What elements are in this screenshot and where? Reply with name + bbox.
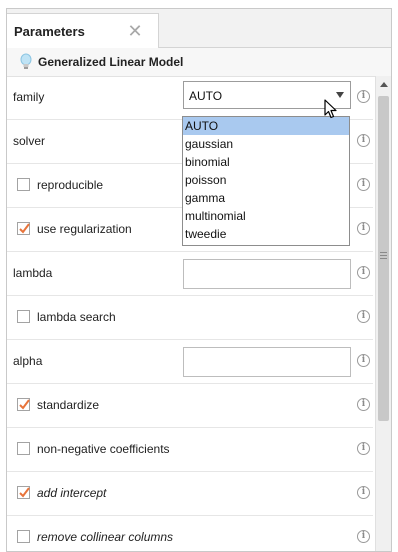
dropdown-option[interactable]: tweedie <box>183 225 349 243</box>
info-icon[interactable]: i <box>357 486 370 499</box>
tab-parameters[interactable]: Parameters ✕ <box>7 13 159 48</box>
parameters-panel: Parameters ✕ Generalized Linear Model fa… <box>6 8 392 552</box>
dropdown-option[interactable]: gamma <box>183 189 349 207</box>
info-icon[interactable]: i <box>357 90 370 103</box>
standardize-checkbox[interactable] <box>17 398 30 411</box>
lightbulb-icon <box>20 53 32 69</box>
row-add-intercept: add intercept i <box>7 472 373 516</box>
dropdown-option[interactable]: gaussian <box>183 135 349 153</box>
row-standardize: standardize i <box>7 384 373 428</box>
tab-label: Parameters <box>14 24 85 39</box>
remove-collinear-columns-checkbox[interactable] <box>17 530 30 543</box>
tab-bar: Parameters ✕ <box>7 9 391 48</box>
reproducible-label: reproducible <box>37 178 104 192</box>
add-intercept-checkbox[interactable] <box>17 486 30 499</box>
checkmark-icon <box>19 399 30 410</box>
dropdown-option[interactable]: binomial <box>183 153 349 171</box>
family-dropdown-list: AUTO gaussian binomial poisson gamma mul… <box>182 116 350 246</box>
info-icon[interactable]: i <box>357 222 370 235</box>
grip-line <box>380 258 387 259</box>
grip-line <box>380 252 387 253</box>
row-lambda: lambda i <box>7 252 373 296</box>
info-icon[interactable]: i <box>357 354 370 367</box>
use-regularization-label: use regularization <box>37 222 132 236</box>
checkmark-icon <box>19 223 30 234</box>
row-lambda-search: lambda search i <box>7 296 373 340</box>
standardize-label: standardize <box>37 398 100 412</box>
solver-label: solver <box>13 134 46 148</box>
non-negative-coefficients-label: non-negative coefficients <box>37 442 170 456</box>
alpha-label: alpha <box>13 354 43 368</box>
dropdown-option[interactable]: poisson <box>183 171 349 189</box>
info-icon[interactable]: i <box>357 266 370 279</box>
row-remove-collinear-columns: remove collinear columns i <box>7 516 373 551</box>
close-icon[interactable]: ✕ <box>125 21 145 41</box>
family-select-value: AUTO <box>189 89 223 103</box>
lambda-label: lambda <box>13 266 53 280</box>
lambda-search-checkbox[interactable] <box>17 310 30 323</box>
row-family: family AUTO i <box>7 76 373 120</box>
model-title: Generalized Linear Model <box>38 55 184 69</box>
vertical-scrollbar[interactable] <box>375 76 391 551</box>
non-negative-coefficients-checkbox[interactable] <box>17 442 30 455</box>
mouse-pointer-icon <box>324 99 337 119</box>
info-icon[interactable]: i <box>357 530 370 543</box>
use-regularization-checkbox[interactable] <box>17 222 30 235</box>
scrollbar-thumb[interactable] <box>378 96 389 421</box>
remove-collinear-columns-label: remove collinear columns <box>37 530 174 544</box>
row-alpha: alpha i <box>7 340 373 384</box>
model-header: Generalized Linear Model <box>7 48 391 77</box>
lambda-search-label: lambda search <box>37 310 116 324</box>
add-intercept-label: add intercept <box>37 486 107 500</box>
reproducible-checkbox[interactable] <box>17 178 30 191</box>
info-icon[interactable]: i <box>357 134 370 147</box>
family-label: family <box>13 90 45 104</box>
info-icon[interactable]: i <box>357 178 370 191</box>
alpha-input[interactable] <box>183 347 351 377</box>
info-icon[interactable]: i <box>357 310 370 323</box>
scroll-up-arrow-icon[interactable] <box>380 82 388 87</box>
chevron-down-icon[interactable] <box>336 92 344 98</box>
dropdown-option[interactable]: multinomial <box>183 207 349 225</box>
grip-line <box>380 255 387 256</box>
info-icon[interactable]: i <box>357 442 370 455</box>
checkmark-icon <box>19 487 30 498</box>
lambda-input[interactable] <box>183 259 351 289</box>
row-non-negative-coefficients: non-negative coefficients i <box>7 428 373 472</box>
info-icon[interactable]: i <box>357 398 370 411</box>
dropdown-option[interactable]: AUTO <box>183 117 349 135</box>
